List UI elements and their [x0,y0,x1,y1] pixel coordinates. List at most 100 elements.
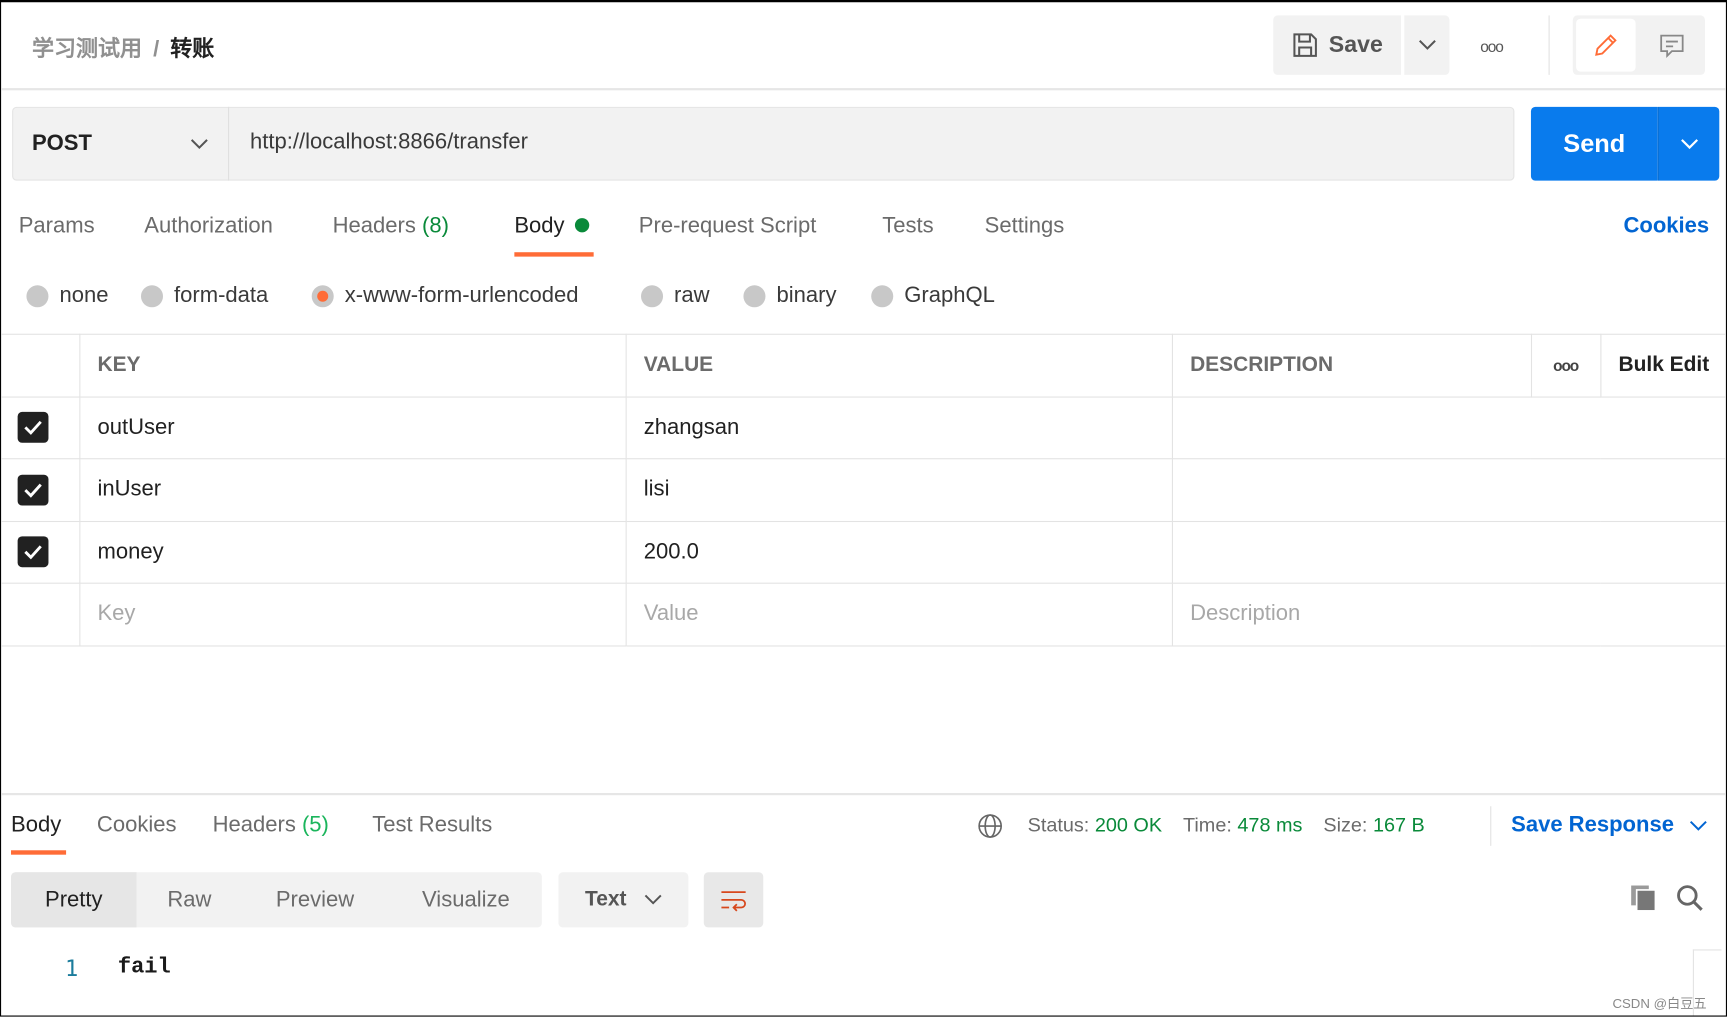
comments-button[interactable] [1642,19,1701,72]
value-cell[interactable]: zhangsan [625,395,1173,460]
save-dropdown-button[interactable] [1404,15,1450,75]
description-header: DESCRIPTION [1171,333,1532,398]
globe-icon[interactable] [977,813,1003,839]
value-cell[interactable]: 200.0 [625,520,1173,584]
wrap-lines-button[interactable] [703,872,764,928]
watermark: CSDN @白豆五 [1612,995,1707,1012]
checkmark-icon [24,545,42,560]
checkmark-icon [24,421,42,436]
radio-label: x-www-form-urlencoded [344,283,579,308]
key-header: KEY [78,333,627,398]
breadcrumb-separator: / [153,37,160,62]
key-cell[interactable]: inUser [78,458,627,522]
tab-headers-label: Headers [332,213,416,238]
response-body-line[interactable]: fail [118,955,171,980]
description-cell[interactable] [1171,395,1726,460]
tab-pre-request-script[interactable]: Pre-request Script [639,214,817,239]
value-placeholder[interactable]: Value [625,582,1173,646]
method-select[interactable]: POST [12,106,230,181]
format-value: Text [585,887,627,911]
radio-none[interactable]: none [26,283,108,308]
breadcrumb-request[interactable]: 转账 [170,37,214,61]
cookies-link[interactable]: Cookies [1623,214,1709,239]
checkmark-icon [24,483,42,498]
chevron-down-icon [1418,40,1436,50]
radio-label: raw [674,283,710,308]
breadcrumb-collection[interactable]: 学习测试用 [32,37,142,61]
radio-label: GraphQL [904,283,995,308]
response-tab-test-results[interactable]: Test Results [372,813,492,838]
request-bar [12,106,1515,181]
tab-authorization[interactable]: Authorization [144,214,273,239]
breadcrumb: 学习测试用 / 转账 [32,31,214,63]
table-header-row: KEY VALUE DESCRIPTION ooo Bulk Edit [1,333,1726,398]
row-checkbox[interactable] [17,412,49,444]
description-cell[interactable] [1171,458,1726,522]
description-placeholder[interactable]: Description [1171,582,1726,646]
pencil-icon [1595,34,1617,56]
view-preview[interactable]: Preview [254,872,375,927]
status-label: Status: [1027,813,1090,836]
row-checkbox[interactable] [17,474,49,506]
view-toggle [1572,15,1705,75]
view-raw[interactable]: Raw [137,872,243,927]
chevron-down-icon [1680,138,1698,149]
response-meta: Status: 200 OK Time: 478 ms Size: 167 B [1028,814,1425,837]
response-divider[interactable] [1,793,1726,796]
send-dropdown-button[interactable] [1657,106,1720,181]
response-tab-body[interactable]: Body [11,813,61,838]
table-row: inUser lisi [1,458,1726,522]
copy-icon[interactable] [1629,883,1658,912]
tab-headers[interactable]: Headers (8) [333,214,449,239]
tab-body[interactable]: Body [514,214,590,239]
radio-binary[interactable]: binary [743,283,836,308]
search-icon[interactable] [1675,883,1704,912]
tab-params[interactable]: Params [19,214,95,239]
radio-raw[interactable]: raw [641,283,710,308]
url-input[interactable]: http://localhost:8866/transfer [250,130,528,155]
chevron-down-icon [1689,820,1707,831]
divider [1548,15,1550,75]
row-checkbox[interactable] [17,536,49,568]
wrap-icon [721,891,746,912]
radio-graphql[interactable]: GraphQL [871,283,995,308]
method-value: POST [31,131,92,156]
size-value[interactable]: 167 B [1373,814,1425,836]
save-icon [1293,33,1318,57]
divider [1490,806,1492,846]
value-header: VALUE [625,333,1173,398]
response-tab-cookies[interactable]: Cookies [97,813,177,838]
edit-mode-button[interactable] [1576,18,1636,72]
key-cell[interactable]: outUser [78,395,627,460]
table-row: money 200.0 [1,520,1726,584]
tab-settings[interactable]: Settings [985,214,1065,239]
description-cell[interactable] [1171,520,1726,584]
radio-label: none [59,283,109,308]
time-label: Time: [1183,813,1232,836]
bulk-edit-button[interactable]: Bulk Edit [1599,333,1726,398]
send-button[interactable]: Send [1530,106,1658,181]
radio-form-data[interactable]: form-data [140,283,268,308]
key-cell[interactable]: money [78,520,627,584]
save-response-button[interactable]: Save Response [1511,813,1707,838]
status-value[interactable]: 200 OK [1095,814,1162,836]
key-placeholder[interactable]: Key [78,582,627,646]
view-visualize[interactable]: Visualize [398,872,535,927]
radio-label: binary [776,283,837,308]
tab-tests[interactable]: Tests [882,214,933,239]
format-select[interactable]: Text [558,872,689,928]
chevron-down-icon [644,894,662,905]
response-tab-headers[interactable]: Headers (5) [213,813,329,838]
value-cell[interactable]: lisi [625,458,1173,522]
save-button[interactable]: Save [1273,15,1401,75]
active-tab-indicator [514,252,594,257]
radio-x-www-form-urlencoded[interactable]: x-www-form-urlencoded [311,283,579,308]
table-options-icon[interactable]: ooo [1530,333,1601,398]
time-value[interactable]: 478 ms [1237,814,1302,836]
view-pretty[interactable]: Pretty [11,872,137,928]
header-bar [1,2,1726,91]
more-options-icon[interactable]: ooo [1480,37,1504,55]
line-number: 1 [64,954,79,982]
comment-icon [1660,34,1684,59]
save-label: Save [1328,31,1383,58]
